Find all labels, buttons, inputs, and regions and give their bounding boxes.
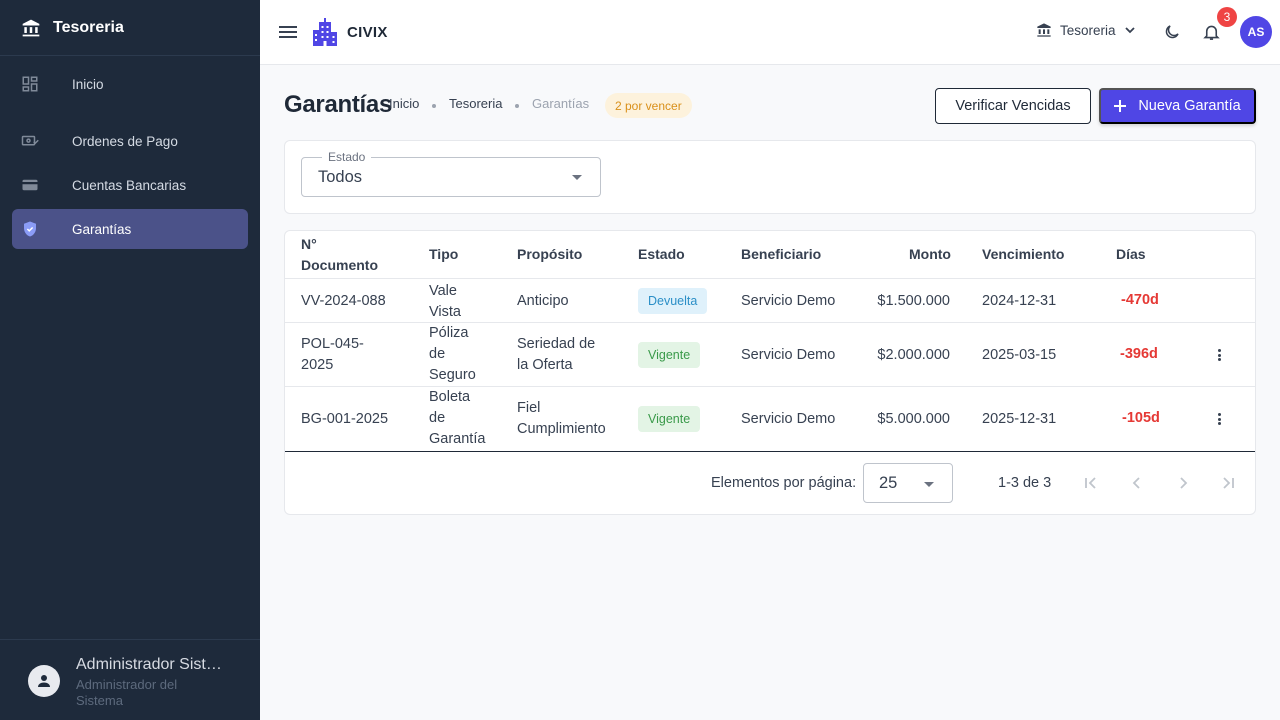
topbar: CIVIX Tesoreria 3 AS <box>260 0 1280 65</box>
filter-card: Estado Todos <box>284 140 1256 214</box>
cell-proposito: Seriedad de la Oferta <box>517 336 596 373</box>
column-header-vencimiento[interactable]: Vencimiento <box>982 244 1064 265</box>
cell-documento: VV-2024-088 <box>301 293 386 309</box>
status-badge: Vigente <box>638 342 701 368</box>
cell-monto: $2.000.000 <box>877 347 950 363</box>
page-size-select[interactable]: 25 <box>863 463 953 503</box>
previous-page-icon[interactable] <box>1127 473 1147 493</box>
user-role: Administrador del Sistema <box>76 677 178 708</box>
expiring-warning-badge: 2 por vencer <box>605 93 692 118</box>
chevron-down-icon <box>1124 27 1135 34</box>
cell-tipo: Póliza de Seguro <box>429 325 476 383</box>
payment-icon <box>12 132 48 150</box>
app-logo[interactable]: CIVIX <box>312 18 388 46</box>
dashboard-icon <box>12 75 48 93</box>
new-guarantee-label: Nueva Garantía <box>1138 98 1241 114</box>
notifications-icon[interactable] <box>1202 22 1221 47</box>
sidebar-brand-title: Tesoreria <box>53 18 124 36</box>
cell-dias: -396d <box>1120 346 1158 362</box>
cell-tipo: Vale Vista <box>429 283 461 320</box>
guarantees-table: N° Documento Tipo Propósito Estado Benef… <box>284 230 1256 515</box>
status-filter-select[interactable]: Estado Todos <box>301 150 601 197</box>
org-selector[interactable]: Tesoreria <box>1036 22 1136 38</box>
cell-proposito: Anticipo <box>517 293 569 309</box>
bank-icon <box>1037 23 1051 37</box>
page-range: 1-3 de 3 <box>998 475 1052 491</box>
cell-beneficiario: Servicio Demo <box>741 347 836 363</box>
city-building-icon <box>313 18 337 46</box>
cell-beneficiario: Servicio Demo <box>741 293 836 309</box>
row-actions-icon[interactable] <box>1214 411 1224 427</box>
status-filter-label: Estado <box>322 150 372 164</box>
credit-card-icon <box>12 176 48 194</box>
cell-monto: $1.500.000 <box>877 293 950 309</box>
last-page-icon[interactable] <box>1218 473 1238 493</box>
table-bottom-border <box>285 451 1255 452</box>
sidebar-item-label: Ordenes de Pago <box>72 133 178 149</box>
page-title: Garantías <box>284 91 393 118</box>
dropdown-arrow-icon <box>572 175 582 180</box>
sidebar-item-ordenes-de-pago[interactable]: Ordenes de Pago <box>12 121 248 161</box>
sidebar-item-inicio[interactable]: Inicio <box>12 64 248 104</box>
status-badge: Devuelta <box>638 288 708 314</box>
dark-mode-icon[interactable] <box>1163 23 1181 46</box>
new-guarantee-button[interactable]: Nueva Garantía <box>1099 88 1256 124</box>
user-avatar <box>28 665 60 697</box>
page-size-label: Elementos por página: <box>711 475 857 491</box>
breadcrumb-separator <box>515 104 519 108</box>
cell-documento: POL-045-2025 <box>301 336 364 373</box>
sidebar-user-panel[interactable]: Administrador Sist… Administrador del Si… <box>0 639 260 720</box>
plus-icon <box>1114 100 1127 112</box>
cell-vencimiento: 2025-03-15 <box>982 347 1057 363</box>
sidebar-item-label: Garantías <box>72 221 132 237</box>
bank-icon <box>20 17 42 39</box>
breadcrumb-inicio[interactable]: Inicio <box>389 96 419 111</box>
status-filter-value: Todos <box>318 168 363 186</box>
cell-documento: BG-001-2025 <box>301 411 389 427</box>
sidebar-item-label: Inicio <box>72 76 104 92</box>
column-header-documento[interactable]: N° Documento <box>301 234 381 276</box>
app-name: CIVIX <box>347 23 388 41</box>
breadcrumb-tesoreria[interactable]: Tesoreria <box>449 96 502 111</box>
sidebar-item-garantias[interactable]: Garantías <box>12 209 248 249</box>
cell-dias: -470d <box>1121 292 1159 308</box>
person-icon <box>38 675 50 687</box>
column-header-tipo[interactable]: Tipo <box>429 244 458 265</box>
notifications-badge: 3 <box>1217 7 1237 27</box>
column-header-dias[interactable]: Días <box>1116 244 1146 265</box>
cell-vencimiento: 2025-12-31 <box>982 411 1057 427</box>
verify-expired-button[interactable]: Verificar Vencidas <box>935 88 1091 124</box>
header-divider <box>285 278 1255 279</box>
org-selector-label: Tesoreria <box>1060 22 1116 38</box>
column-header-beneficiario[interactable]: Beneficiario <box>741 244 821 265</box>
breadcrumb-current: Garantías <box>532 96 590 111</box>
next-page-icon[interactable] <box>1173 473 1193 493</box>
cell-dias: -105d <box>1122 410 1160 426</box>
cell-beneficiario: Servicio Demo <box>741 411 836 427</box>
page-size-value: 25 <box>879 474 898 492</box>
shield-check-icon <box>12 220 48 238</box>
user-name: Administrador Sist… <box>76 656 222 673</box>
cell-vencimiento: 2024-12-31 <box>982 293 1057 309</box>
status-badge: Vigente <box>638 406 701 432</box>
sidebar-item-cuentas-bancarias[interactable]: Cuentas Bancarias <box>12 165 248 205</box>
cell-monto: $5.000.000 <box>877 411 950 427</box>
breadcrumb-separator <box>432 104 436 108</box>
cell-tipo: Boleta de Garantía <box>429 389 486 447</box>
menu-icon[interactable] <box>278 22 298 42</box>
sidebar: Tesoreria Inicio Ordenes de Pago Cuentas… <box>0 0 260 720</box>
sidebar-brand[interactable]: Tesoreria <box>0 0 260 56</box>
first-page-icon[interactable] <box>1081 473 1101 493</box>
sidebar-item-label: Cuentas Bancarias <box>72 177 187 193</box>
cell-proposito: Fiel Cumplimiento <box>517 400 606 437</box>
column-header-proposito[interactable]: Propósito <box>517 244 582 265</box>
user-avatar-button[interactable]: AS <box>1240 16 1272 48</box>
row-actions-icon[interactable] <box>1214 347 1224 363</box>
column-header-monto[interactable]: Monto <box>909 244 951 265</box>
column-header-estado[interactable]: Estado <box>638 244 685 265</box>
dropdown-arrow-icon <box>924 482 934 487</box>
